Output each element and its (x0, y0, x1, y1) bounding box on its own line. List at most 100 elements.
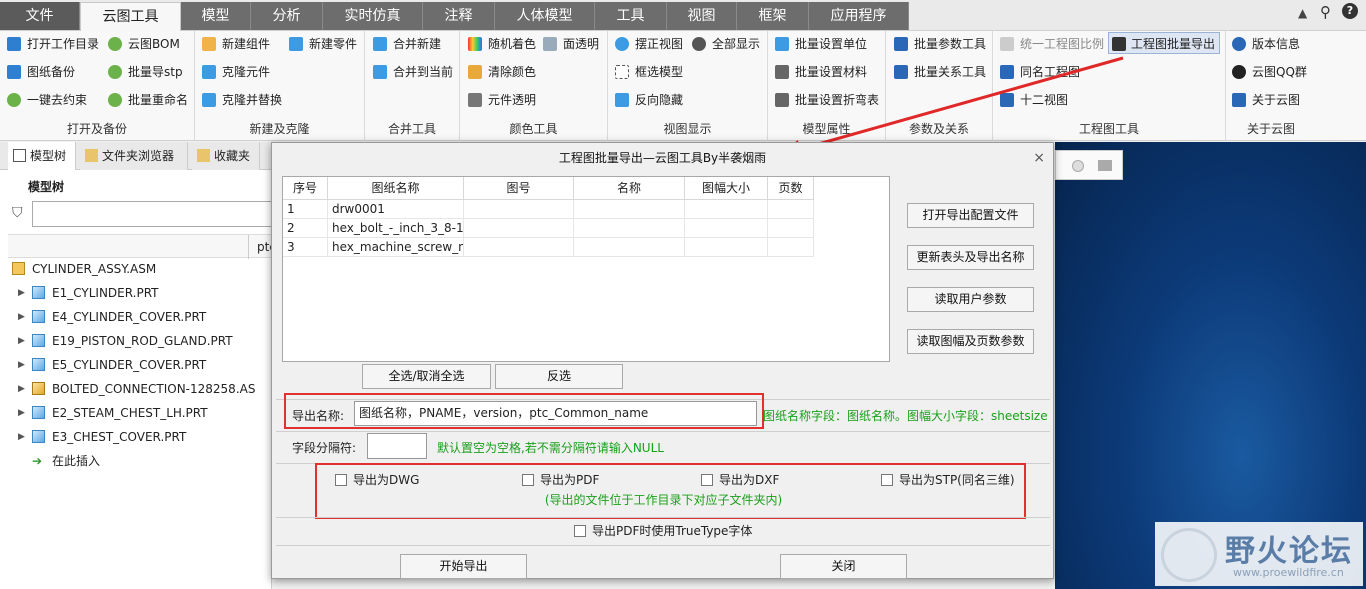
tab-human-model[interactable]: 人体模型 (495, 2, 595, 30)
batch-material-button[interactable]: 批量设置材料 (775, 61, 867, 83)
insert-here[interactable]: ➔ 在此插入 (0, 449, 272, 473)
tab-analysis[interactable]: 分析 (251, 2, 323, 30)
straighten-view-button[interactable]: 摆正视图 (615, 33, 683, 55)
truetype-checkbox[interactable]: 导出PDF时使用TrueType字体 (574, 522, 752, 540)
tree-filter-input[interactable] (32, 201, 272, 227)
merge-current-button[interactable]: 合并到当前 (373, 61, 453, 83)
table-cell[interactable] (574, 238, 685, 257)
tree-item[interactable]: ▶ E19_PISTON_ROD_GLAND.PRT (0, 329, 272, 353)
reverse-hide-button[interactable]: 反向隐藏 (615, 89, 683, 111)
export-dxf-checkbox[interactable]: 导出为DXF (701, 471, 779, 489)
tree-item[interactable]: ▶ E2_STEAM_CHEST_LH.PRT (0, 401, 272, 425)
clone-component-button[interactable]: 克隆元件 (202, 61, 270, 83)
table-cell[interactable] (464, 200, 574, 219)
checkbox-box[interactable] (574, 525, 586, 537)
table-cell[interactable]: hex_bolt_-_inch_3_8-16 (328, 219, 464, 238)
start-export-button[interactable]: 开始导出 (400, 554, 527, 579)
batch-export-stp-button[interactable]: 批量导stp (108, 61, 183, 83)
col-header[interactable]: 图幅大小 (685, 177, 768, 200)
table-cell[interactable]: drw0001 (328, 200, 464, 219)
table-cell[interactable] (685, 238, 768, 257)
tab-model[interactable]: 模型 (181, 2, 251, 30)
tree-item[interactable]: ▶ E3_CHEST_COVER.PRT (0, 425, 272, 449)
search-icon[interactable]: ⚲ (1320, 3, 1331, 21)
expand-icon[interactable]: ▶ (18, 305, 25, 329)
same-name-drawing-button[interactable]: 同名工程图 (1000, 61, 1080, 83)
update-header-button[interactable]: 更新表头及导出名称 (907, 245, 1034, 270)
batch-params-button[interactable]: 批量参数工具 (894, 33, 986, 55)
tree-item[interactable]: ▶ BOLTED_CONNECTION-128258.AS (0, 377, 272, 401)
close-button[interactable]: 关闭 (780, 554, 907, 579)
box-select-button[interactable]: 框选模型 (615, 61, 683, 83)
tab-cloud-tools[interactable]: 云图工具 (80, 2, 181, 32)
tab-model-tree[interactable]: 模型树 (8, 142, 76, 170)
table-cell[interactable] (464, 219, 574, 238)
about-button[interactable]: 关于云图 (1232, 89, 1300, 111)
drawing-batch-export-button[interactable]: 工程图批量导出 (1108, 32, 1221, 54)
drawing-backup-button[interactable]: 图纸备份 (7, 61, 75, 83)
export-name-input[interactable]: 图纸名称，PNAME，version，ptc_Common_name (354, 401, 757, 426)
table-cell[interactable]: hex_machine_screw_nu (328, 238, 464, 257)
expand-icon[interactable]: ▶ (18, 377, 25, 401)
checkbox-box[interactable] (335, 474, 347, 486)
remove-constraints-button[interactable]: 一键去约束 (7, 89, 87, 111)
batch-relations-button[interactable]: 批量关系工具 (894, 61, 986, 83)
collapse-ribbon-icon[interactable]: ▲ (1298, 6, 1307, 20)
table-cell[interactable] (685, 219, 768, 238)
face-transparent-button[interactable]: 面透明 (543, 33, 599, 55)
checkbox-box[interactable] (522, 474, 534, 486)
close-icon[interactable]: × (1033, 150, 1045, 166)
tab-file[interactable]: 文件 (0, 2, 80, 30)
new-part-button[interactable]: 新建零件 (289, 33, 357, 55)
table-cell[interactable] (768, 238, 814, 257)
table-cell[interactable] (768, 200, 814, 219)
table-cell[interactable] (574, 219, 685, 238)
table-cell[interactable] (574, 200, 685, 219)
expand-icon[interactable]: ▶ (18, 401, 25, 425)
tab-tools[interactable]: 工具 (595, 2, 667, 30)
show-all-button[interactable]: 全部显示 (692, 33, 760, 55)
graphics-area[interactable]: 野火论坛 www.proewildfire.cn (1055, 142, 1366, 589)
clear-color-button[interactable]: 清除颜色 (468, 61, 536, 83)
component-transparent-button[interactable]: 元件透明 (468, 89, 536, 111)
table-cell[interactable] (685, 200, 768, 219)
table-cell[interactable] (464, 238, 574, 257)
expand-icon[interactable]: ▶ (18, 329, 25, 353)
tab-favorites[interactable]: 收藏夹 (192, 142, 260, 170)
filter-icon[interactable]: ⛉ (12, 205, 23, 221)
open-workdir-button[interactable]: 打开工作目录 (7, 33, 99, 55)
tree-item[interactable]: ▶ E4_CYLINDER_COVER.PRT (0, 305, 272, 329)
invert-selection-button[interactable]: 反选 (495, 364, 623, 389)
batch-units-button[interactable]: 批量设置单位 (775, 33, 867, 55)
checkbox-box[interactable] (881, 474, 893, 486)
help-icon[interactable]: ? (1342, 3, 1358, 19)
new-assembly-button[interactable]: 新建组件 (202, 33, 270, 55)
select-all-button[interactable]: 全选/取消全选 (362, 364, 491, 389)
tab-applications[interactable]: 应用程序 (809, 2, 909, 30)
tab-folder-browser[interactable]: 文件夹浏览器 (80, 142, 188, 170)
expand-icon[interactable]: ▶ (18, 425, 25, 449)
circle-icon[interactable] (1072, 160, 1084, 172)
read-sheet-params-button[interactable]: 读取图幅及页数参数 (907, 329, 1034, 354)
tree-root[interactable]: CYLINDER_ASSY.ASM (10, 257, 156, 281)
clone-replace-button[interactable]: 克隆并替换 (202, 89, 282, 111)
table-cell[interactable]: 2 (283, 219, 328, 238)
table-cell[interactable]: 3 (283, 238, 328, 257)
tab-frame[interactable]: 框架 (737, 2, 809, 30)
separator-input[interactable] (367, 433, 427, 459)
open-config-button[interactable]: 打开导出配置文件 (907, 203, 1034, 228)
col-header[interactable]: 序号 (283, 177, 328, 200)
twelve-views-button[interactable]: 十二视图 (1000, 89, 1068, 111)
col-header[interactable]: 图号 (464, 177, 574, 200)
export-stp-checkbox[interactable]: 导出为STP(同名三维) (881, 471, 1015, 489)
merge-new-button[interactable]: 合并新建 (373, 33, 441, 55)
tab-annotate[interactable]: 注释 (423, 2, 495, 30)
tree-item[interactable]: ▶ E5_CYLINDER_COVER.PRT (0, 353, 272, 377)
qq-group-button[interactable]: 云图QQ群 (1232, 61, 1307, 83)
col-header[interactable]: 名称 (574, 177, 685, 200)
batch-bend-table-button[interactable]: 批量设置折弯表 (775, 89, 879, 111)
random-color-button[interactable]: 随机着色 (468, 33, 536, 55)
col-header[interactable]: 页数 (768, 177, 814, 200)
read-user-params-button[interactable]: 读取用户参数 (907, 287, 1034, 312)
version-info-button[interactable]: 版本信息 (1232, 33, 1300, 55)
